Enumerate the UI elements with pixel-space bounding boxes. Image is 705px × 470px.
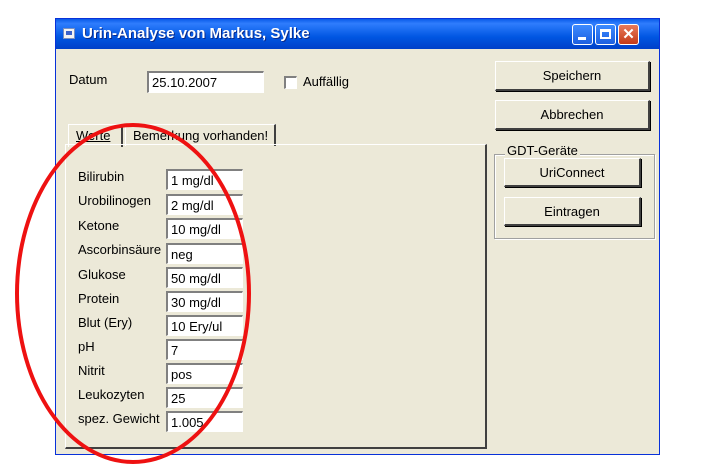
- cancel-button[interactable]: Abbrechen: [495, 100, 650, 130]
- label-spez-gewicht: spez. Gewicht: [78, 411, 160, 426]
- field-ph[interactable]: 7: [166, 339, 243, 360]
- cancel-button-label: Abbrechen: [540, 107, 604, 122]
- tab-bemerkung-label: Bemerkung vorhanden!: [133, 128, 269, 143]
- eintragen-button[interactable]: Eintragen: [504, 197, 641, 226]
- auffaellig-label: Auffällig: [303, 74, 350, 89]
- minimize-button[interactable]: [572, 24, 593, 45]
- label-leukozyten: Leukozyten: [78, 387, 145, 402]
- label-glukose: Glukose: [78, 267, 126, 282]
- field-leukozyten[interactable]: 25: [166, 387, 243, 408]
- maximize-button[interactable]: [595, 24, 616, 45]
- label-ketone: Ketone: [78, 218, 120, 233]
- window-title: Urin-Analyse von Markus, Sylke: [82, 25, 310, 42]
- tab-werte-label: Werte: [76, 128, 111, 143]
- label-blut: Blut (Ery): [78, 315, 133, 330]
- close-icon: ✕: [622, 26, 635, 43]
- tab-panel-werte: [65, 144, 487, 449]
- app-icon: [63, 28, 75, 39]
- label-protein: Protein: [78, 291, 120, 306]
- tab-bemerkung[interactable]: Bemerkung vorhanden!: [125, 124, 276, 146]
- uriconnect-button[interactable]: UriConnect: [504, 158, 641, 187]
- gdt-group-title: GDT-Geräte: [505, 143, 580, 158]
- dialog-window: Urin-Analyse von Markus, Sylke ✕ Datum 2…: [55, 18, 660, 455]
- save-button[interactable]: Speichern: [495, 61, 650, 91]
- datum-field[interactable]: 25.10.2007: [147, 71, 264, 93]
- title-bar[interactable]: Urin-Analyse von Markus, Sylke ✕: [56, 19, 659, 49]
- label-urobilinogen: Urobilinogen: [78, 193, 151, 208]
- label-nitrit: Nitrit: [78, 363, 105, 378]
- field-protein[interactable]: 30 mg/dl: [166, 291, 243, 312]
- field-ascorbinsaeure[interactable]: neg: [166, 243, 243, 264]
- datum-label: Datum: [69, 72, 108, 87]
- label-bilirubin: Bilirubin: [78, 169, 125, 184]
- field-blut[interactable]: 10 Ery/ul: [166, 315, 243, 336]
- save-button-label: Speichern: [542, 68, 602, 83]
- minimize-icon: [578, 37, 586, 40]
- field-ketone[interactable]: 10 mg/dl: [166, 218, 243, 239]
- field-spez-gewicht[interactable]: 1.005: [166, 411, 243, 432]
- auffaellig-checkbox[interactable]: [284, 76, 297, 89]
- close-button[interactable]: ✕: [618, 24, 639, 45]
- eintragen-button-label: Eintragen: [544, 204, 600, 219]
- label-ascorbinsaeure: Ascorbinsäure: [78, 242, 162, 257]
- maximize-icon: [600, 29, 611, 39]
- field-bilirubin[interactable]: 1 mg/dl: [166, 169, 243, 190]
- label-ph: pH: [78, 339, 95, 354]
- field-nitrit[interactable]: pos: [166, 363, 243, 384]
- field-glukose[interactable]: 50 mg/dl: [166, 267, 243, 288]
- uriconnect-button-label: UriConnect: [539, 165, 605, 180]
- field-urobilinogen[interactable]: 2 mg/dl: [166, 194, 243, 215]
